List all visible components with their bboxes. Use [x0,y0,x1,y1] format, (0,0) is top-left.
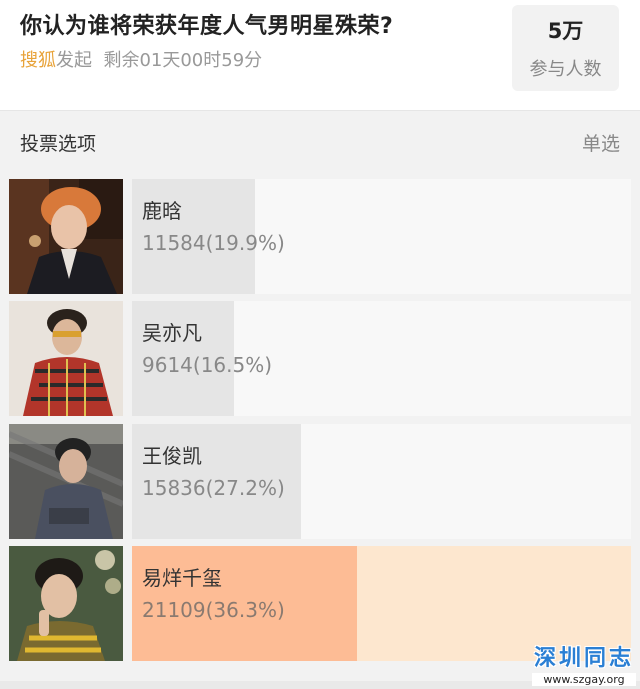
vote-mode-label: 单选 [581,133,620,155]
poll-header: 你认为谁将荣获年度人气男明星殊荣? 搜狐发起 剩余01天00时59分 5万 参与… [0,0,640,110]
vote-options-title: 投票选项 [20,133,97,155]
option-votes: 21109(36.3%) [142,598,285,622]
watermark-title: 深圳同志 [533,646,634,671]
vote-option[interactable]: 鹿晗 11584(19.9%) [9,179,631,294]
poll-meta: 搜狐发起 剩余01天00时59分 [20,46,262,72]
option-bar: 吴亦凡 9614(16.5%) [132,301,631,416]
option-name: 吴亦凡 [142,321,202,345]
poll-title: 你认为谁将荣获年度人气男明星殊荣? [20,14,394,39]
option-photo [9,301,123,416]
watermark-url: www.szgay.org [532,673,636,686]
site-watermark: 深圳同志 www.szgay.org [532,640,636,686]
option-photo [9,424,123,539]
participants-count: 5万 [547,19,584,43]
option-photo [9,179,123,294]
option-name: 鹿晗 [142,199,182,223]
option-bar: 王俊凯 15836(27.2%) [132,424,631,539]
option-votes: 9614(16.5%) [142,353,273,377]
option-votes: 15836(27.2%) [142,476,285,500]
vote-option[interactable]: 吴亦凡 9614(16.5%) [9,301,631,416]
option-photo [9,546,123,661]
vote-options-header: 投票选项 单选 [0,110,640,169]
option-name: 易烊千玺 [142,566,222,590]
option-votes: 11584(19.9%) [142,231,285,255]
poll-source-suffix: 发起 [56,50,92,71]
participants-box: 5万 参与人数 [512,5,619,91]
option-name: 王俊凯 [142,444,202,468]
vote-option[interactable]: 王俊凯 15836(27.2%) [9,424,631,539]
participants-label: 参与人数 [529,59,602,80]
poll-remaining-time: 剩余01天00时59分 [103,50,263,71]
poll-source[interactable]: 搜狐 [20,50,56,71]
option-bar: 鹿晗 11584(19.9%) [132,179,631,294]
